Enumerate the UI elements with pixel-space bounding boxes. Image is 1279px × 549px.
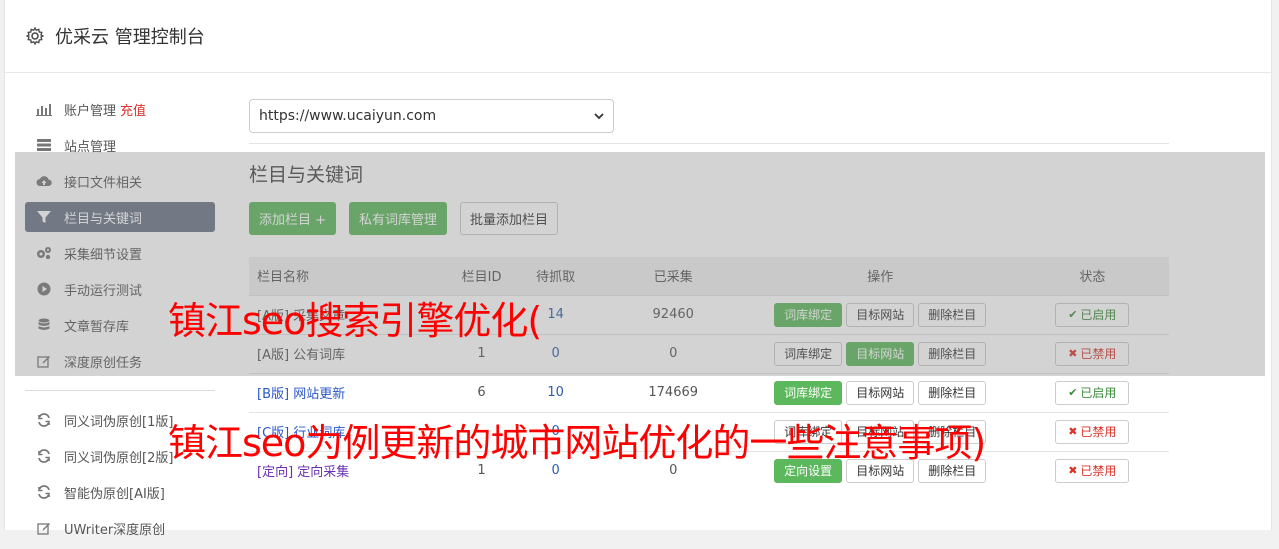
status-toggle[interactable]: ✖ 已禁用 bbox=[1055, 419, 1130, 444]
status-label: 已禁用 bbox=[1080, 464, 1117, 479]
watermark-line-2: 镇江seo为例更新的城市网站优化的一些注意事项) bbox=[168, 421, 986, 465]
watermark-line-1: 镇江seo搜索引擎优化( bbox=[168, 299, 542, 343]
sidebar-item-uwriter[interactable]: UWriter深度原创 bbox=[25, 513, 215, 543]
site-select[interactable]: https://www.ucaiyun.com bbox=[249, 99, 614, 133]
column-collected: 174669 bbox=[601, 372, 745, 412]
column-pending: 10 bbox=[509, 372, 602, 412]
refresh-icon bbox=[36, 412, 52, 428]
bind-lib-button[interactable]: 词库绑定 bbox=[774, 380, 843, 405]
site-select-value: https://www.ucaiyun.com bbox=[259, 108, 437, 124]
divider bbox=[249, 143, 1169, 144]
server-icon bbox=[36, 137, 52, 153]
column-id: 6 bbox=[453, 372, 510, 412]
sidebar-item-ai-original[interactable]: 智能伪原创[AI版] bbox=[25, 477, 215, 507]
app-header: 优采云 管理控制台 bbox=[5, 0, 1271, 73]
sidebar-item-account[interactable]: 账户管理 充值 bbox=[25, 94, 215, 124]
delete-column-button[interactable]: 删除栏目 bbox=[918, 380, 987, 405]
recharge-link[interactable]: 充值 bbox=[120, 100, 146, 119]
status-label: 已禁用 bbox=[1080, 425, 1117, 439]
target-site-button[interactable]: 目标网站 bbox=[846, 380, 915, 405]
chevron-down-icon bbox=[594, 113, 604, 120]
gear-icon bbox=[25, 26, 45, 46]
close-icon: ✖ bbox=[1068, 425, 1078, 438]
column-name[interactable]: [B版] 网站更新 bbox=[249, 372, 454, 412]
refresh-icon bbox=[36, 484, 52, 500]
close-icon: ✖ bbox=[1068, 464, 1078, 478]
status-toggle[interactable]: ✔ 已启用 bbox=[1055, 380, 1130, 405]
sidebar-item-label: 智能伪原创[AI版] bbox=[64, 486, 165, 502]
status-label: 已启用 bbox=[1080, 386, 1117, 400]
sidebar-item-label: UWriter深度原创 bbox=[64, 522, 166, 538]
sidebar-item-label: 账户管理 bbox=[64, 103, 117, 119]
refresh-icon bbox=[36, 448, 52, 464]
edit-icon bbox=[36, 520, 52, 536]
table-row: [B版] 网站更新 6 10 174669 词库绑定 目标网站 删除栏目 ✔ 已启… bbox=[249, 372, 1169, 412]
app-title: 优采云 管理控制台 bbox=[55, 27, 205, 48]
sidebar-item-label: 同义词伪原创[2版] bbox=[64, 450, 174, 466]
status-toggle[interactable]: ✖ 已禁用 bbox=[1055, 458, 1130, 483]
check-icon: ✔ bbox=[1068, 386, 1078, 399]
sidebar-divider bbox=[25, 390, 215, 391]
sidebar-item-label: 同义词伪原创[1版] bbox=[64, 414, 174, 430]
bar-chart-icon bbox=[36, 101, 52, 117]
